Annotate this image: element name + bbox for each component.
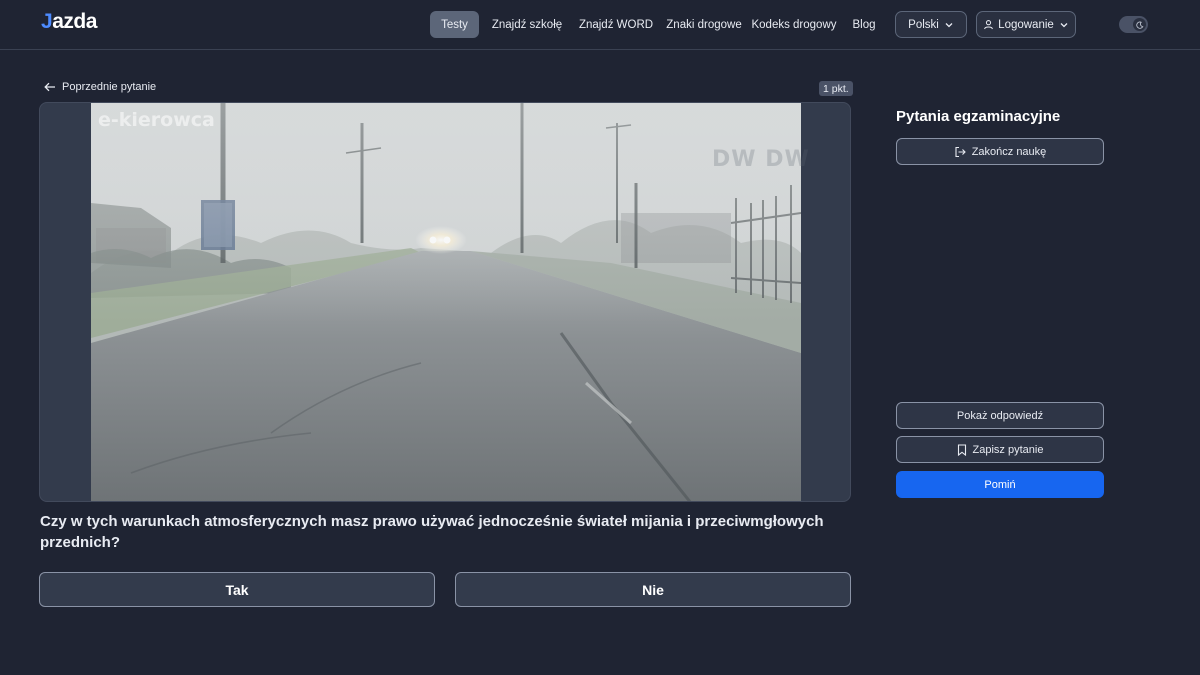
main-nav: Testy Znajdź szkołę Znajdź WORD Znaki dr… <box>430 11 1076 38</box>
user-icon <box>984 20 994 30</box>
save-question-button[interactable]: Zapisz pytanie <box>896 436 1104 463</box>
show-answer-label: Pokaż odpowiedź <box>956 409 1044 422</box>
theme-toggle[interactable] <box>1119 16 1148 33</box>
moon-icon <box>1135 21 1143 29</box>
bookmark-icon <box>957 443 966 456</box>
nav-item-traffic-code[interactable]: Kodeks drogowy <box>750 11 838 38</box>
login-button[interactable]: Logowanie <box>976 11 1076 38</box>
nav-item-road-signs[interactable]: Znaki drogowe <box>664 11 744 38</box>
arrow-left-icon <box>44 82 55 92</box>
nav-item-blog[interactable]: Blog <box>843 11 885 38</box>
nav-item-find-school[interactable]: Znajdź szkołę <box>485 11 569 38</box>
toggle-knob <box>1133 18 1146 31</box>
logo-mark: J <box>41 10 53 33</box>
end-learning-label: Zakończ naukę <box>971 145 1047 158</box>
logout-icon <box>955 146 966 157</box>
photo-watermark-secondary: DW DW <box>712 147 810 172</box>
end-learning-button[interactable]: Zakończ naukę <box>896 138 1104 165</box>
question-photo <box>91 103 801 501</box>
show-answer-button[interactable]: Pokaż odpowiedź <box>896 402 1104 429</box>
logo-text: azda <box>52 10 97 33</box>
chevron-down-icon <box>945 22 953 27</box>
logo[interactable]: Jazda <box>41 10 97 34</box>
login-label: Logowanie <box>998 18 1054 31</box>
language-select[interactable]: Polski <box>895 11 967 38</box>
previous-question-label: Poprzednie pytanie <box>62 81 157 93</box>
skip-label: Pomiń <box>984 478 1016 491</box>
points-badge: 1 pkt. <box>819 81 853 96</box>
question-text: Czy w tych warunkach atmosferycznych mas… <box>40 513 824 551</box>
skip-button[interactable]: Pomiń <box>896 471 1104 498</box>
nav-item-testy[interactable]: Testy <box>430 11 479 38</box>
answer-no-button[interactable]: Nie <box>455 572 851 607</box>
previous-question-link[interactable]: Poprzednie pytanie <box>44 81 156 93</box>
save-question-label: Zapisz pytanie <box>972 443 1044 456</box>
chevron-down-icon <box>1060 22 1068 27</box>
question-media: e-kierowca DW DW <box>39 102 851 502</box>
answer-yes-button[interactable]: Tak <box>39 572 435 607</box>
side-panel-title: Pytania egzaminacyjne <box>896 108 1061 125</box>
top-header: Jazda Testy Znajdź szkołę Znajdź WORD Zn… <box>0 0 1200 50</box>
language-label: Polski <box>908 18 939 31</box>
photo-watermark: e-kierowca <box>98 109 215 131</box>
nav-item-find-word[interactable]: Znajdź WORD <box>573 11 659 38</box>
